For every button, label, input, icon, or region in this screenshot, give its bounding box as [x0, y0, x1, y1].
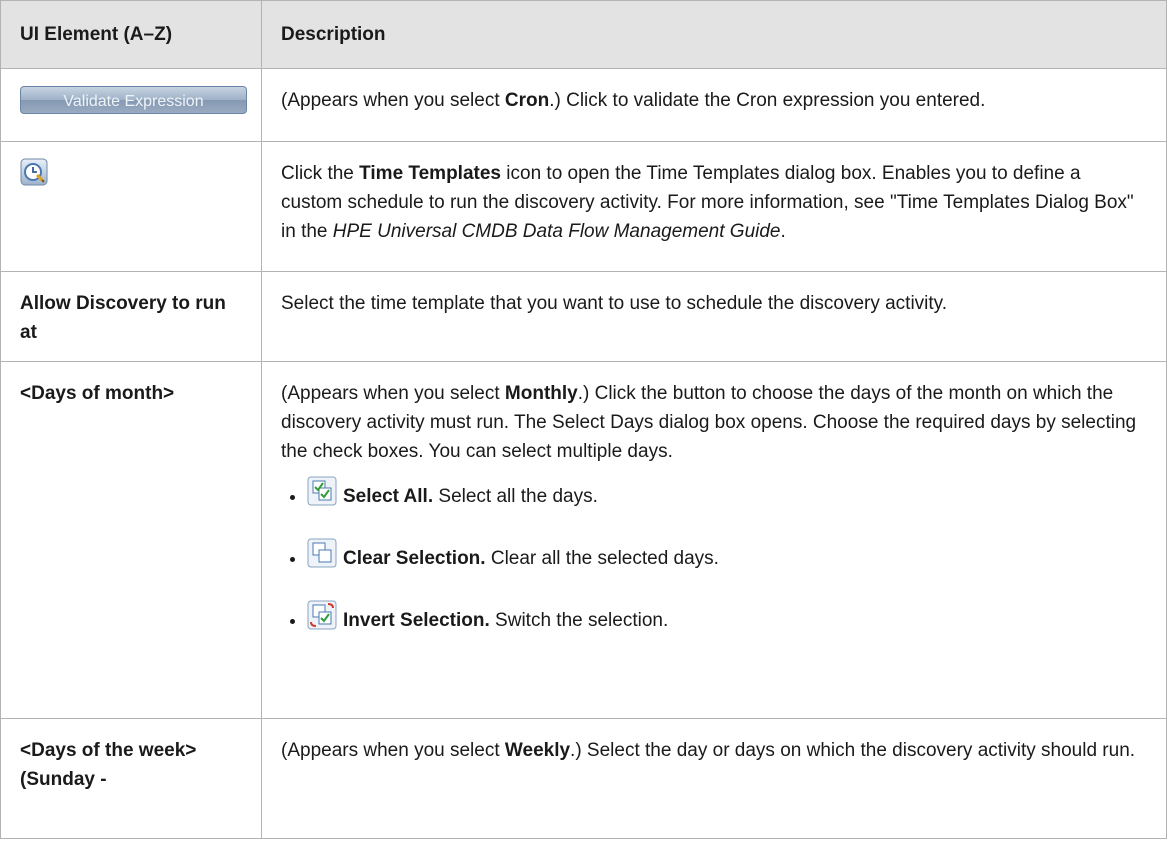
- option-text: Switch the selection.: [489, 610, 669, 631]
- option-text: Select all the days.: [433, 486, 598, 507]
- table-row-validate-expression: Validate Expression (Appears when you se…: [0, 68, 1167, 142]
- desc-pre: (Appears when you select: [281, 740, 505, 761]
- element-cell: Allow Discovery to run at: [0, 271, 262, 362]
- guide-title: HPE Universal CMDB Data Flow Management …: [332, 221, 781, 242]
- option-label: Select All.: [343, 486, 434, 507]
- description-text: (Appears when you select Monthly.) Click…: [281, 379, 1144, 466]
- table-row-time-templates: Click the Time Templates icon to open th…: [0, 141, 1167, 272]
- desc-bold: Monthly: [504, 383, 578, 404]
- desc-pre: Click the: [281, 163, 360, 184]
- desc-bold: Cron: [504, 90, 550, 111]
- desc-pre: (Appears when you select: [281, 90, 505, 111]
- desc-pre: (Appears when you select: [281, 383, 505, 404]
- description-text: (Appears when you select Cron.) Click to…: [281, 86, 1144, 115]
- description-cell: (Appears when you select Monthly.) Click…: [261, 361, 1167, 719]
- validate-expression-button[interactable]: Validate Expression: [20, 86, 247, 114]
- option-label: Invert Selection.: [343, 610, 490, 631]
- element-cell: [0, 141, 262, 272]
- list-item: Clear Selection. Clear all the selected …: [307, 538, 1144, 600]
- table-row-allow-discovery: Allow Discovery to run at Select the tim…: [0, 271, 1167, 362]
- description-cell: Click the Time Templates icon to open th…: [261, 141, 1167, 272]
- description-cell: Select the time template that you want t…: [261, 271, 1167, 362]
- desc-post: .) Select the day or days on which the d…: [570, 740, 1136, 761]
- desc-post: .: [780, 221, 786, 242]
- list-item: Invert Selection. Switch the selection.: [307, 600, 1144, 662]
- clear-selection-icon[interactable]: [307, 538, 337, 568]
- description-cell: (Appears when you select Weekly.) Select…: [261, 718, 1167, 839]
- header-description: Description: [261, 0, 1167, 69]
- selection-options-list: Select All. Select all the days. Clear S…: [281, 476, 1144, 662]
- element-cell: <Days of month>: [0, 361, 262, 719]
- invert-selection-icon[interactable]: [307, 600, 337, 630]
- desc-post: .) Click to validate the Cron expression…: [549, 90, 986, 111]
- desc-bold: Time Templates: [359, 163, 501, 184]
- option-text: Clear all the selected days.: [485, 548, 719, 569]
- description-text: (Appears when you select Weekly.) Select…: [281, 736, 1144, 765]
- header-ui-element: UI Element (A–Z): [0, 0, 262, 69]
- table-row-days-of-week: <Days of the week> (Sunday - (Appears wh…: [0, 718, 1167, 839]
- ui-elements-table: UI Element (A–Z) Description Validate Ex…: [0, 0, 1167, 839]
- description-cell: (Appears when you select Cron.) Click to…: [261, 68, 1167, 142]
- table-row-days-of-month: <Days of month> (Appears when you select…: [0, 361, 1167, 719]
- list-item: Select All. Select all the days.: [307, 476, 1144, 538]
- element-cell: Validate Expression: [0, 68, 262, 142]
- table-header-row: UI Element (A–Z) Description: [0, 0, 1167, 69]
- desc-bold: Weekly: [504, 740, 571, 761]
- select-all-icon[interactable]: [307, 476, 337, 506]
- description-text: Click the Time Templates icon to open th…: [281, 159, 1144, 246]
- option-label: Clear Selection.: [343, 548, 486, 569]
- element-cell: <Days of the week> (Sunday -: [0, 718, 262, 839]
- time-templates-icon[interactable]: [20, 158, 48, 186]
